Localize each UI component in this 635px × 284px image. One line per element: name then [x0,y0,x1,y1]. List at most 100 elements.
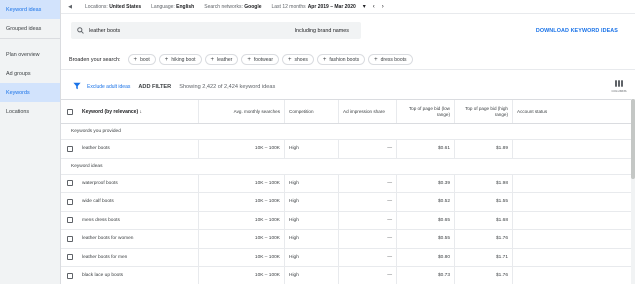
keyword-cell: black lace up boots [78,267,199,284]
table-row: leather boots for women 10K – 100K High … [61,230,635,249]
impression-share-cell: — [339,140,397,158]
search-query: leather boots [89,27,121,34]
row-checkbox[interactable] [61,140,78,158]
sidebar-item-locations[interactable]: Locations [0,102,60,121]
table-row: leather boots for men 10K – 100K High — … [61,248,635,267]
table-row: black lace up boots 10K – 100K High — $0… [61,267,635,284]
low-bid-cell: $0.80 [397,248,455,266]
account-status-cell [513,212,635,230]
impression-share-cell: — [339,230,397,248]
plus-icon: + [210,56,215,63]
networks-filter[interactable]: Search networks: Google [204,4,261,10]
language-filter[interactable]: Language: English [151,4,194,10]
plus-icon: + [133,56,138,63]
keyword-cell: waterproof boots [78,174,199,192]
low-bid-cell: $0.73 [397,267,455,284]
scrollbar-thumb[interactable] [631,99,635,179]
sidebar-item-ad-groups[interactable]: Ad groups [0,64,60,83]
plus-icon: + [322,56,327,63]
search-input[interactable]: leather boots Including brand names [71,22,361,39]
group-header-ideas: Keyword ideas [61,158,635,175]
select-all-checkbox[interactable] [61,100,78,123]
low-bid-cell: $0.61 [397,140,455,158]
sidebar-item-grouped-ideas[interactable]: Grouped ideas [0,19,60,38]
sidebar-item-keyword-ideas[interactable]: Keyword ideas [0,0,60,19]
keyword-cell: leather boots for women [78,230,199,248]
competition-cell: High [285,248,339,266]
high-bid-cell: $1.98 [455,174,513,192]
filter-icon[interactable] [73,82,83,92]
competition-cell: High [285,174,339,192]
keyword-cell: wide calf boots [78,193,199,211]
avg-searches-cell: 10K – 100K [199,230,285,248]
sidebar-item-plan-overview[interactable]: Plan overview [0,45,60,64]
add-filter-button[interactable]: ADD FILTER [138,84,171,90]
row-checkbox[interactable] [61,175,78,193]
keyword-table: Keyword (by relevance) ↓ Avg. monthly se… [61,99,635,284]
plus-icon: + [164,56,169,63]
chip-fashion-boots[interactable]: + fashion boots [316,54,366,65]
vertical-scrollbar[interactable] [631,99,635,284]
high-bid-cell: $1.76 [455,267,513,284]
table-row: mens dress boots 10K – 100K High — $0.65… [61,211,635,230]
sidebar-item-label: Ad groups [6,70,31,77]
avg-searches-cell: 10K – 100K [199,140,285,158]
row-checkbox[interactable] [61,193,78,211]
table-row: waterproof boots 10K – 100K High — $0.39… [61,174,635,193]
chip-dress-boots[interactable]: + dress boots [368,54,413,65]
competition-cell: High [285,193,339,211]
column-header-impression-share[interactable]: Ad impression share [339,100,397,123]
keyword-cell: leather boots [78,140,199,158]
row-checkbox[interactable] [61,249,78,267]
table-row: wide calf boots 10K – 100K High — $0.52 … [61,193,635,212]
impression-share-cell: — [339,248,397,266]
dropdown-arrow-icon[interactable]: ▾ [363,3,366,10]
plus-icon: + [288,56,292,63]
chip-hiking-boot[interactable]: + hiking boot [158,54,202,65]
locations-filter[interactable]: Locations: United States [85,4,141,10]
avg-searches-cell: 10K – 100K [199,174,285,192]
search-section: leather boots Including brand names DOWN… [61,14,635,48]
chip-boot[interactable]: + boot [127,54,156,65]
chip-leather[interactable]: + leather [204,54,239,65]
keyword-planner-app: Keyword ideas Grouped ideas Plan overvie… [0,0,635,284]
collapse-caret-icon[interactable]: ◀ [65,4,75,10]
row-checkbox[interactable] [61,267,78,284]
keyword-cell: leather boots for men [78,248,199,266]
broaden-search-row: Broaden your search: + boot + hiking boot … [61,50,635,70]
high-bid-cell: $1.68 [455,211,513,229]
sidebar-item-label: Keyword ideas [6,6,42,13]
chip-footwear[interactable]: + footwear [241,54,280,65]
row-checkbox[interactable] [61,212,78,230]
sidebar-item-label: Locations [6,108,30,115]
column-header-account-status[interactable]: Account status [513,100,635,123]
table-header: Keyword (by relevance) ↓ Avg. monthly se… [61,99,635,124]
sidebar-item-keywords[interactable]: Keywords [0,83,60,102]
column-header-competition[interactable]: Competition [285,100,339,123]
sidebar-item-label: Grouped ideas [6,25,42,32]
high-bid-cell: $1.55 [455,193,513,211]
account-status-cell [513,175,635,193]
chevron-left-icon[interactable]: ‹ [373,4,375,10]
column-header-avg-searches[interactable]: Avg. monthly searches [199,100,285,123]
account-status-cell [513,193,635,211]
table-toolbar: Exclude adult ideas ADD FILTER Showing 2… [61,78,635,96]
low-bid-cell: $0.65 [397,211,455,229]
date-range-filter[interactable]: Last 12 months Apr 2019 – Mar 2020 [272,4,356,10]
broaden-label: Broaden your search: [69,56,121,63]
column-header-keyword[interactable]: Keyword (by relevance) ↓ [78,100,199,123]
impression-share-cell: — [339,211,397,229]
high-bid-cell: $1.71 [455,248,513,266]
brand-names-toggle[interactable]: Including brand names [294,28,349,34]
columns-icon [615,80,623,87]
chevron-right-icon[interactable]: › [382,4,384,10]
column-header-low-bid[interactable]: Top of page bid (low range) [397,100,455,123]
row-checkbox[interactable] [61,230,78,248]
plus-icon: + [374,56,378,63]
columns-button[interactable]: COLUMNS [611,80,627,93]
column-header-high-bid[interactable]: Top of page bid (high range) [455,100,513,123]
filter-bar: ◀ Locations: United States Language: Eng… [61,0,635,14]
download-keyword-ideas-button[interactable]: DOWNLOAD KEYWORD IDEAS [536,28,618,34]
exclude-adult-ideas-link[interactable]: Exclude adult ideas [87,84,130,90]
chip-shoes[interactable]: + shoes [282,54,314,65]
